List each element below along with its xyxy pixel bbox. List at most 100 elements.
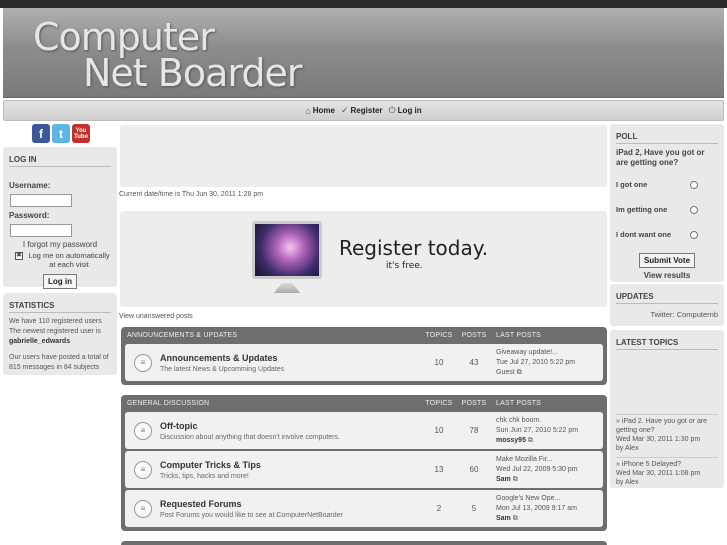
poll-panel: POLL iPad 2, Have you got or are getting… — [610, 124, 724, 282]
last-post-user[interactable]: mossy95 — [496, 437, 526, 444]
topics-column-header: TOPICS — [425, 400, 453, 407]
last-post-user[interactable]: Sam — [496, 476, 511, 483]
latest-topic-link[interactable]: » iPad 2. Have you got or are getting on… — [616, 417, 718, 435]
nav-bar: ⌂ Home ✓ Register ⏻ Log in — [3, 100, 724, 121]
remember-label: Log me on automatically at each visit — [28, 251, 110, 269]
username-label: Username: — [9, 181, 51, 190]
forum-row: ≡ Computer Tricks & Tips Tricks, tips, h… — [125, 451, 603, 488]
category-header: GENERAL DISCUSSION TOPICS POSTS LAST POS… — [125, 395, 603, 412]
forum-description: Discussion about anything that doesn't i… — [160, 433, 340, 441]
last-post-date: Sun Jun 27, 2010 5:22 pm — [496, 426, 579, 434]
newest-user-link[interactable]: gabrielle_edwards — [9, 338, 70, 345]
forum-read-icon: ≡ — [134, 421, 152, 440]
poll-option[interactable]: I got one — [610, 172, 724, 197]
power-icon: ⏻ — [388, 105, 396, 115]
poll-question: iPad 2, Have you got or are getting one? — [616, 148, 705, 167]
statistics-panel: STATISTICS We have 110 registered users … — [3, 293, 117, 375]
facebook-icon[interactable]: f — [32, 124, 50, 143]
forum-topics-count: 10 — [434, 358, 444, 367]
last-post-title-link[interactable]: Make Mozilla Fir... — [496, 455, 578, 465]
nav-login-link[interactable]: ⏻ Log in — [389, 105, 422, 116]
poll-radio[interactable] — [690, 205, 698, 214]
forum-name-link[interactable]: Computer Tricks & Tips — [160, 460, 420, 470]
last-post-title-link[interactable]: Giveaway update!... — [496, 348, 575, 358]
username-input[interactable] — [10, 194, 72, 207]
login-button[interactable]: Log in — [43, 274, 77, 289]
forum-name-link[interactable]: Announcements & Updates — [160, 353, 420, 363]
forum-posts-count: 78 — [469, 426, 479, 435]
poll-title: POLL — [616, 124, 718, 144]
youtube-icon[interactable]: You Tube — [72, 124, 90, 143]
posts-column-header: POSTS — [461, 332, 487, 339]
poll-radio[interactable] — [690, 230, 698, 239]
statistics-title: STATISTICS — [9, 293, 111, 313]
category-title[interactable]: ANNOUNCEMENTS & UPDATES — [125, 332, 420, 339]
latest-topic-author: by Alex — [616, 445, 639, 452]
list-item: » iPhone 5 Delayed? Wed Mar 30, 2011 1:0… — [616, 457, 718, 491]
latest-topics-panel: LATEST TOPICS » iPad 2. Have you got or … — [610, 330, 724, 488]
register-banner[interactable]: Register today. it's free. — [120, 211, 607, 307]
forum-name-link[interactable]: Off-topic — [160, 421, 420, 431]
register-icon: ✓ — [340, 105, 349, 115]
updates-title: UPDATES — [616, 284, 718, 304]
forum-read-icon: ≡ — [134, 353, 152, 372]
latest-topic-date: Wed Mar 30, 2011 1:08 pm — [616, 470, 701, 477]
nav-home-link[interactable]: ⌂ Home — [305, 106, 335, 116]
forum-row: ≡ Off-topic Discussion about anything th… — [125, 412, 603, 449]
top-banner-area — [120, 125, 607, 187]
forum-name-link[interactable]: Requested Forums — [160, 499, 420, 509]
forum-read-icon: ≡ — [134, 499, 152, 518]
forum-info: Off-topic Discussion about anything that… — [160, 421, 420, 441]
last-post-date: Mon Jul 13, 2009 9:17 am — [496, 504, 577, 512]
poll-option-label: I dont want one — [616, 230, 671, 239]
logo-line-2[interactable]: Net Boarder — [83, 51, 302, 95]
nav-register-label: Register — [350, 106, 383, 115]
home-icon: ⌂ — [305, 105, 311, 116]
view-latest-post-icon[interactable]: ⧉ — [513, 515, 518, 522]
view-latest-post-icon[interactable]: ⧉ — [517, 369, 522, 376]
register-headline: Register today. — [339, 236, 489, 260]
category-title[interactable]: GENERAL DISCUSSION — [125, 400, 420, 407]
last-post-date: Wed Jul 22, 2009 5:30 pm — [496, 465, 578, 473]
last-post-user[interactable]: Guest — [496, 369, 515, 376]
forgot-password-link[interactable]: I forgot my password — [3, 240, 117, 249]
list-item: » iPad 2. Have you got or are getting on… — [616, 414, 718, 457]
latest-topic-date: Wed Mar 30, 2011 1:30 pm — [616, 436, 701, 443]
twitter-link[interactable]: Twitter: Computernb — [610, 304, 724, 325]
forum-posts-count: 60 — [469, 465, 479, 474]
social-links: f t You Tube — [32, 124, 90, 143]
forum-description: Post Forums you would like to see at Com… — [160, 511, 343, 519]
site-header: Computer Net Boarder — [3, 8, 724, 98]
last-post-user[interactable]: Sam — [496, 515, 511, 522]
updates-panel: UPDATES Twitter: Computernb — [610, 284, 724, 326]
view-latest-post-icon[interactable]: ⧉ — [528, 437, 533, 444]
last-post-title-link[interactable]: chk chk boom. — [496, 416, 578, 426]
login-panel-title: LOG IN — [9, 147, 111, 167]
forum-read-icon: ≡ — [134, 460, 152, 479]
poll-option[interactable]: I dont want one — [610, 222, 724, 247]
current-datetime: Current date/time is Thu Jun 30, 2011 1:… — [119, 191, 264, 198]
category-header: ANNOUNCEMENTS & UPDATES TOPICS POSTS LAS… — [125, 327, 603, 344]
monitor-stand — [274, 283, 300, 293]
forum-row: ≡ Announcements & Updates The latest New… — [125, 344, 603, 381]
remember-me: ✖ Log me on automatically at each visit — [3, 251, 117, 269]
last-posts-column-header: LAST POSTS — [496, 400, 542, 407]
last-post-title-link[interactable]: Google's New Ope... — [496, 494, 577, 504]
nav-register-link[interactable]: ✓ Register — [341, 105, 383, 116]
unanswered-posts-link[interactable]: View unanswered posts — [119, 313, 193, 320]
forum-last-post: chk chk boom. Sun Jun 27, 2010 5:22 pm m… — [490, 416, 578, 446]
forum-topics-count: 13 — [434, 465, 444, 474]
poll-option[interactable]: Im getting one — [610, 197, 724, 222]
remember-checkbox[interactable]: ✖ — [15, 252, 23, 260]
register-subline: it's free. — [386, 261, 423, 271]
next-category-header — [121, 541, 607, 545]
category-box: ANNOUNCEMENTS & UPDATES TOPICS POSTS LAS… — [121, 327, 607, 385]
twitter-icon[interactable]: t — [52, 124, 70, 143]
latest-topic-link[interactable]: » iPhone 5 Delayed? — [616, 460, 718, 469]
view-latest-post-icon[interactable]: ⧉ — [513, 476, 518, 483]
view-results-link[interactable]: View results — [610, 271, 724, 280]
forum-posts-count: 43 — [469, 358, 479, 367]
submit-vote-button[interactable]: Submit Vote — [638, 253, 696, 268]
password-input[interactable] — [10, 224, 72, 237]
poll-radio[interactable] — [690, 180, 698, 189]
